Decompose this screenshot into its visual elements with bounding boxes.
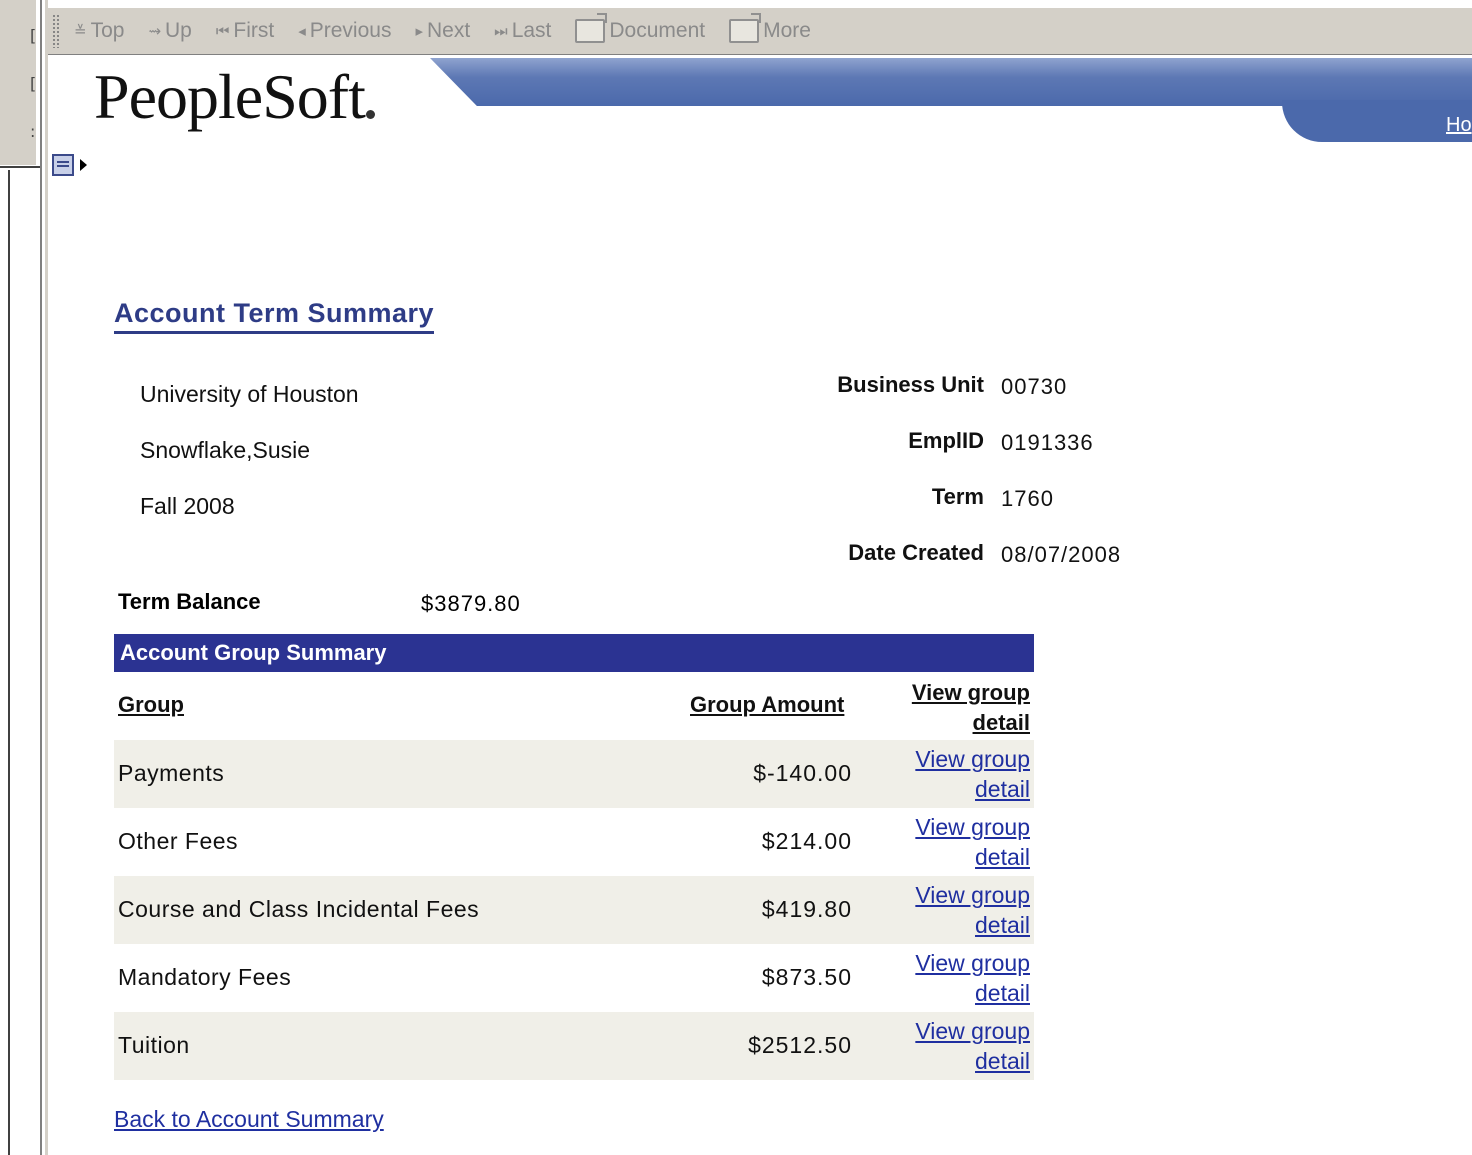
toolbar-grip[interactable] xyxy=(52,14,60,48)
term-balance-label: Term Balance xyxy=(118,589,261,614)
term-name: Fall 2008 xyxy=(140,493,235,519)
amount-cell: $2512.50 xyxy=(748,1032,852,1058)
term-label: Term xyxy=(931,484,984,509)
student-name: Snowflake,Susie xyxy=(140,437,311,463)
table-row: Payments $-140.00 View group detail xyxy=(114,740,1034,808)
group-cell: Mandatory Fees xyxy=(118,964,292,990)
column-header-amount[interactable]: Group Amount xyxy=(690,692,844,718)
frame-bracket-icon: [ xyxy=(30,26,37,45)
term-balance-value: $3879.80 xyxy=(421,591,521,616)
link-line1[interactable]: View group xyxy=(915,882,1030,908)
group-cell: Other Fees xyxy=(118,828,239,854)
business-unit-value: 00730 xyxy=(1001,374,1068,399)
business-unit-label: Business Unit xyxy=(837,372,984,397)
top-icon: ≚ xyxy=(74,22,87,40)
link-line1[interactable]: View group xyxy=(915,746,1030,772)
frame-mark-icon: : xyxy=(30,122,36,141)
amount-cell: $419.80 xyxy=(761,896,852,922)
next-label: Next xyxy=(426,19,471,42)
first-button[interactable]: ⏮ First xyxy=(216,19,274,43)
view-group-detail-link[interactable]: View group detail xyxy=(890,1016,1030,1076)
group-cell: Course and Class Incidental Fees xyxy=(118,896,480,922)
up-label: Up xyxy=(165,19,192,42)
expand-arrow-icon[interactable] xyxy=(80,159,87,171)
last-label: Last xyxy=(511,19,552,42)
more-folder-icon xyxy=(729,13,762,43)
table-row: Mandatory Fees $873.50 View group detail xyxy=(114,944,1034,1012)
frame-border xyxy=(8,170,10,1155)
frame-border xyxy=(40,0,42,1155)
document-button[interactable]: Document xyxy=(575,13,706,43)
date-created-value: 08/07/2008 xyxy=(1001,542,1122,567)
amount-cell: $214.00 xyxy=(761,828,852,854)
amount-cell: $873.50 xyxy=(761,964,852,990)
table-row: Tuition $2512.50 View group detail xyxy=(114,1012,1034,1080)
up-button[interactable]: ⇝ Up xyxy=(148,19,191,43)
link-line1[interactable]: View group xyxy=(915,1018,1030,1044)
column-header-detail-line2: detail xyxy=(972,710,1030,735)
link-line2[interactable]: detail xyxy=(975,912,1030,938)
logo-dot-icon xyxy=(366,110,375,119)
header-banner-tab xyxy=(1282,100,1472,142)
previous-icon: ◂ xyxy=(298,22,306,40)
grid-title: Account Group Summary xyxy=(114,634,1034,672)
link-line1[interactable]: View group xyxy=(915,814,1030,840)
emplid-value: 0191336 xyxy=(1001,430,1094,455)
emplid-label: EmplID xyxy=(908,428,984,453)
column-header-detail-line1: View group xyxy=(911,680,1030,705)
view-group-detail-link[interactable]: View group detail xyxy=(890,744,1030,804)
amount-cell: $-140.00 xyxy=(753,760,852,786)
table-row: Other Fees $214.00 View group detail xyxy=(114,808,1034,876)
link-line2[interactable]: detail xyxy=(975,1048,1030,1074)
view-group-detail-link[interactable]: View group detail xyxy=(890,812,1030,872)
page-title: Account Term Summary xyxy=(114,298,435,334)
navigation-toolbar: ≚ Top ⇝ Up ⏮ First ◂ Previous ▸ Next ⏭ L… xyxy=(48,8,1472,55)
column-header-group[interactable]: Group xyxy=(118,692,184,718)
first-icon: ⏮ xyxy=(215,22,230,40)
previous-button[interactable]: ◂ Previous xyxy=(298,19,391,43)
more-label: More xyxy=(763,19,811,42)
more-button[interactable]: More xyxy=(729,13,811,43)
view-group-detail-link[interactable]: View group detail xyxy=(890,880,1030,940)
left-frame-edge: [ [ : xyxy=(0,0,48,1155)
link-line1[interactable]: View group xyxy=(915,950,1030,976)
date-created-label: Date Created xyxy=(848,540,984,565)
term-value: 1760 xyxy=(1001,486,1054,511)
back-to-account-summary-link[interactable]: Back to Account Summary xyxy=(114,1106,384,1133)
last-icon: ⏭ xyxy=(494,22,508,40)
home-link[interactable]: Ho xyxy=(1446,114,1472,137)
group-cell: Payments xyxy=(118,760,225,786)
next-icon: ▸ xyxy=(415,22,423,40)
institution-name: University of Houston xyxy=(140,381,359,407)
next-button[interactable]: ▸ Next xyxy=(415,19,470,43)
frame-divider xyxy=(0,166,40,168)
column-header-detail: View group detail xyxy=(860,678,1030,738)
link-line2[interactable]: detail xyxy=(975,980,1030,1006)
link-line2[interactable]: detail xyxy=(975,776,1030,802)
first-label: First xyxy=(233,19,275,42)
table-row: Course and Class Incidental Fees $419.80… xyxy=(114,876,1034,944)
top-label: Top xyxy=(90,19,125,42)
link-line2[interactable]: detail xyxy=(975,844,1030,870)
top-button[interactable]: ≚ Top xyxy=(74,19,124,43)
frame-splitter[interactable] xyxy=(44,0,48,1155)
menu-pagelet-icon[interactable] xyxy=(52,154,74,176)
group-cell: Tuition xyxy=(118,1032,190,1058)
frame-bracket-icon: [ xyxy=(30,74,37,93)
view-group-detail-link[interactable]: View group detail xyxy=(890,948,1030,1008)
document-label: Document xyxy=(609,19,706,42)
document-folder-icon xyxy=(575,13,608,43)
up-icon: ⇝ xyxy=(148,22,162,40)
header-banner xyxy=(430,58,1472,106)
last-button[interactable]: ⏭ Last xyxy=(494,19,551,43)
peoplesoft-logo: PeopleSoft xyxy=(94,61,366,132)
previous-label: Previous xyxy=(309,19,392,42)
